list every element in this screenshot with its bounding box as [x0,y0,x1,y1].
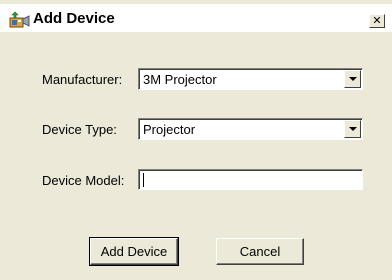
text-caret [143,173,144,187]
chevron-down-icon[interactable] [344,120,361,138]
close-icon: ✕ [372,14,382,27]
device-model-label: Device Model: [42,173,125,188]
title-bar: Add Device ✕ [0,4,392,32]
close-button[interactable]: ✕ [369,14,385,28]
chevron-down-icon[interactable] [344,70,361,88]
add-device-button[interactable]: Add Device [89,237,179,266]
device-type-value: Projector [143,122,196,137]
add-device-icon [9,11,31,29]
window-title: Add Device [33,10,115,27]
manufacturer-value: 3M Projector [143,72,217,87]
device-type-label: Device Type: [42,122,117,137]
cancel-button[interactable]: Cancel [216,238,304,265]
manufacturer-label: Manufacturer: [42,72,123,87]
manufacturer-select[interactable]: 3M Projector [138,68,363,90]
device-type-select[interactable]: Projector [138,118,363,140]
device-model-input[interactable] [138,169,363,190]
add-device-dialog: Add Device ✕ Manufacturer: 3M Projector … [0,0,392,280]
